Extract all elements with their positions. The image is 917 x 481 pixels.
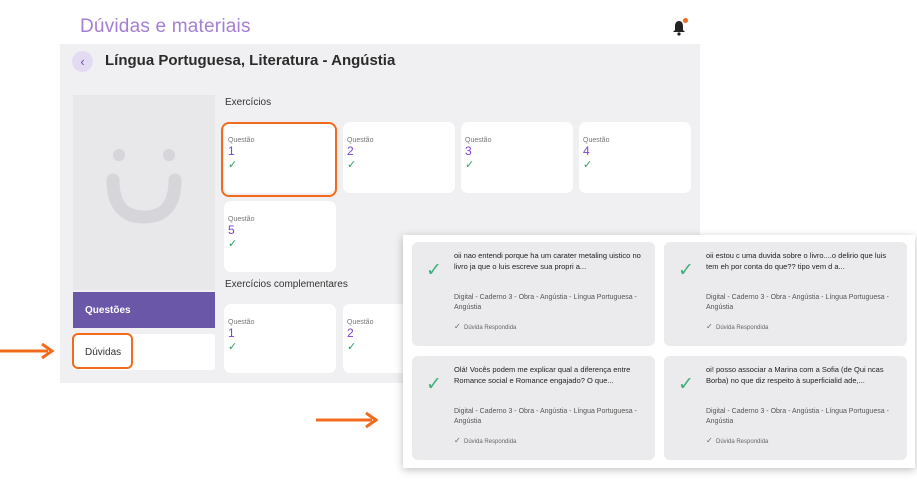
question-label: Questão (228, 319, 255, 326)
check-icon: ✓ (678, 374, 694, 395)
arrow-icon (316, 411, 379, 429)
check-icon: ✓ (426, 374, 442, 395)
check-icon: ✓ (678, 260, 694, 281)
duvida-meta: Digital - Caderno 3 - Obra - Angústia - … (706, 294, 889, 311)
duvida-meta: Digital - Caderno 3 - Obra - Angústia - … (706, 408, 889, 425)
question-card[interactable]: Questão 2 ✓ (343, 122, 455, 193)
check-icon: ✓ (583, 159, 593, 171)
duvida-text: oii nao entendi porque ha um carater met… (454, 251, 641, 271)
question-label: Questão (347, 137, 374, 144)
question-number: 4 (583, 144, 590, 158)
question-label: Questão (465, 137, 492, 144)
check-icon: ✓ (706, 436, 713, 445)
duvida-card[interactable]: ✓ oi! posso associar a Marina com a Sofi… (664, 356, 907, 460)
check-icon: ✓ (228, 341, 238, 353)
page-title: Língua Portuguesa, Literatura - Angústia (105, 52, 396, 69)
question-number: 5 (228, 223, 235, 237)
duvida-status: Dúvida Respondida (464, 325, 517, 331)
highlight-box-question-1 (221, 122, 337, 197)
top-bar: Dúvidas e materiais (60, 11, 700, 44)
duvida-status: Dúvida Respondida (464, 439, 517, 445)
question-label: Questão (583, 137, 610, 144)
arrow-icon (0, 342, 55, 360)
back-button[interactable]: ‹ (72, 51, 93, 72)
chevron-left-icon: ‹ (80, 54, 85, 69)
duvida-card[interactable]: ✓ Olá! Vocês podem me explicar qual a di… (412, 356, 655, 460)
highlight-box-duvidas (72, 333, 133, 369)
notification-dot (683, 18, 688, 23)
question-card[interactable]: Questão 1 ✓ (224, 304, 336, 373)
question-label: Questão (228, 216, 255, 223)
check-icon: ✓ (465, 159, 475, 171)
smiley-illustration (73, 95, 215, 290)
duvida-text: Olá! Vocês podem me explicar qual a dife… (454, 365, 631, 385)
check-icon: ✓ (426, 260, 442, 281)
duvida-meta: Digital - Caderno 3 - Obra - Angústia - … (454, 294, 637, 311)
duvida-status: Dúvida Respondida (716, 439, 769, 445)
app-title: Dúvidas e materiais (80, 16, 251, 37)
check-icon: ✓ (454, 322, 461, 331)
check-icon: ✓ (347, 159, 357, 171)
question-number: 2 (347, 144, 354, 158)
sidebar-item-questoes[interactable]: Questões (73, 292, 215, 328)
duvida-text: oi! posso associar a Marina com a Sofia … (706, 365, 884, 385)
section-label-complementares: Exercícios complementares (225, 279, 348, 290)
duvida-card[interactable]: ✓ oii nao entendi porque ha um carater m… (412, 242, 655, 346)
question-card[interactable]: Questão 3 ✓ (461, 122, 573, 193)
check-icon: ✓ (454, 436, 461, 445)
question-number: 3 (465, 144, 472, 158)
bell-icon[interactable] (670, 18, 688, 36)
duvida-meta: Digital - Caderno 3 - Obra - Angústia - … (454, 408, 637, 425)
question-card[interactable]: Questão 4 ✓ (579, 122, 691, 193)
duvida-status: Dúvida Respondida (716, 325, 769, 331)
duvida-text: oii estou c uma duvida sobre o livro....… (706, 251, 887, 271)
duvidas-panel: ✓ oii nao entendi porque ha um carater m… (403, 235, 915, 468)
section-label-exercicios: Exercícios (225, 97, 272, 108)
check-icon: ✓ (228, 238, 238, 250)
check-icon: ✓ (706, 322, 713, 331)
duvida-card[interactable]: ✓ oii estou c uma duvida sobre o livro..… (664, 242, 907, 346)
question-number: 1 (228, 326, 235, 340)
question-card[interactable]: Questão 5 ✓ (224, 201, 336, 272)
